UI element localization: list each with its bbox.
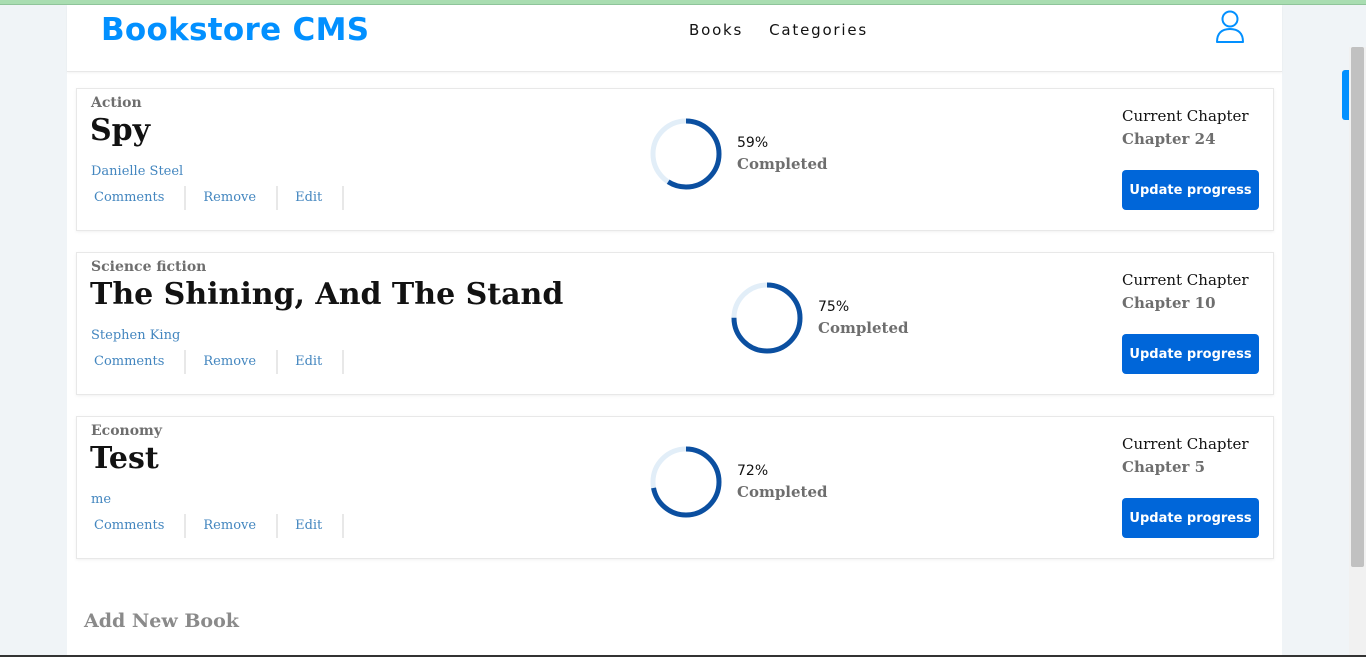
progress-percent: 75%	[818, 299, 850, 315]
brand-logo[interactable]: Bookstore CMS	[101, 12, 369, 48]
progress-percent: 59%	[737, 135, 769, 151]
side-tab[interactable]	[1342, 70, 1349, 120]
progress-section: 75% Completed	[728, 279, 909, 357]
book-author[interactable]: Stephen King	[91, 328, 180, 343]
book-title: Spy	[90, 113, 151, 148]
header: Bookstore CMS Books Categories	[67, 5, 1282, 72]
remove-button[interactable]: Remove	[186, 514, 279, 538]
book-actions: Comments Remove Edit	[77, 349, 345, 375]
book-actions: Comments Remove Edit	[77, 513, 345, 539]
comments-button[interactable]: Comments	[77, 514, 187, 538]
book-genre: Action	[91, 95, 142, 111]
chapter-info: Current Chapter Chapter 5	[1122, 435, 1249, 476]
current-chapter-label: Current Chapter	[1122, 435, 1249, 453]
book-title: The Shining, And The Stand	[90, 277, 564, 312]
book-card: Science fiction The Shining, And The Sta…	[76, 252, 1274, 395]
current-chapter-value: Chapter 5	[1122, 458, 1206, 476]
chapter-info: Current Chapter Chapter 10	[1122, 271, 1249, 312]
chapter-info: Current Chapter Chapter 24	[1122, 107, 1249, 148]
nav-categories[interactable]: Categories	[769, 21, 868, 39]
progress-section: 59% Completed	[647, 115, 828, 193]
progress-completed-label: Completed	[737, 155, 828, 173]
nav-books[interactable]: Books	[689, 21, 743, 39]
edit-button[interactable]: Edit	[278, 350, 345, 374]
current-chapter-label: Current Chapter	[1122, 107, 1249, 125]
progress-completed-label: Completed	[818, 319, 909, 337]
progress-percent: 72%	[737, 463, 769, 479]
scrollbar-thumb[interactable]	[1351, 47, 1364, 567]
edit-button[interactable]: Edit	[278, 186, 345, 210]
add-book-title: Add New Book	[84, 610, 239, 632]
update-progress-button[interactable]: Update progress	[1122, 334, 1259, 374]
remove-button[interactable]: Remove	[186, 350, 279, 374]
app-container: Bookstore CMS Books Categories Action Sp…	[67, 5, 1282, 657]
book-genre: Economy	[91, 423, 162, 439]
book-genre: Science fiction	[91, 259, 207, 275]
progress-completed-label: Completed	[737, 483, 828, 501]
progress-ring	[650, 446, 722, 518]
comments-button[interactable]: Comments	[77, 350, 187, 374]
progress-ring	[731, 282, 803, 354]
book-card: Economy Test me Comments Remove Edit 72%…	[76, 416, 1274, 559]
book-card: Action Spy Danielle Steel Comments Remov…	[76, 88, 1274, 231]
progress-section: 72% Completed	[647, 443, 828, 521]
book-author[interactable]: Danielle Steel	[91, 164, 183, 179]
book-author[interactable]: me	[91, 492, 111, 507]
update-progress-button[interactable]: Update progress	[1122, 498, 1259, 538]
remove-button[interactable]: Remove	[186, 186, 279, 210]
book-title: Test	[90, 441, 159, 476]
current-chapter-label: Current Chapter	[1122, 271, 1249, 289]
main-nav: Books Categories	[689, 21, 868, 39]
update-progress-button[interactable]: Update progress	[1122, 170, 1259, 210]
book-actions: Comments Remove Edit	[77, 185, 345, 211]
current-chapter-value: Chapter 10	[1122, 294, 1216, 312]
comments-button[interactable]: Comments	[77, 186, 187, 210]
user-icon[interactable]	[1215, 10, 1245, 44]
current-chapter-value: Chapter 24	[1122, 130, 1216, 148]
edit-button[interactable]: Edit	[278, 514, 345, 538]
progress-ring	[650, 118, 722, 190]
